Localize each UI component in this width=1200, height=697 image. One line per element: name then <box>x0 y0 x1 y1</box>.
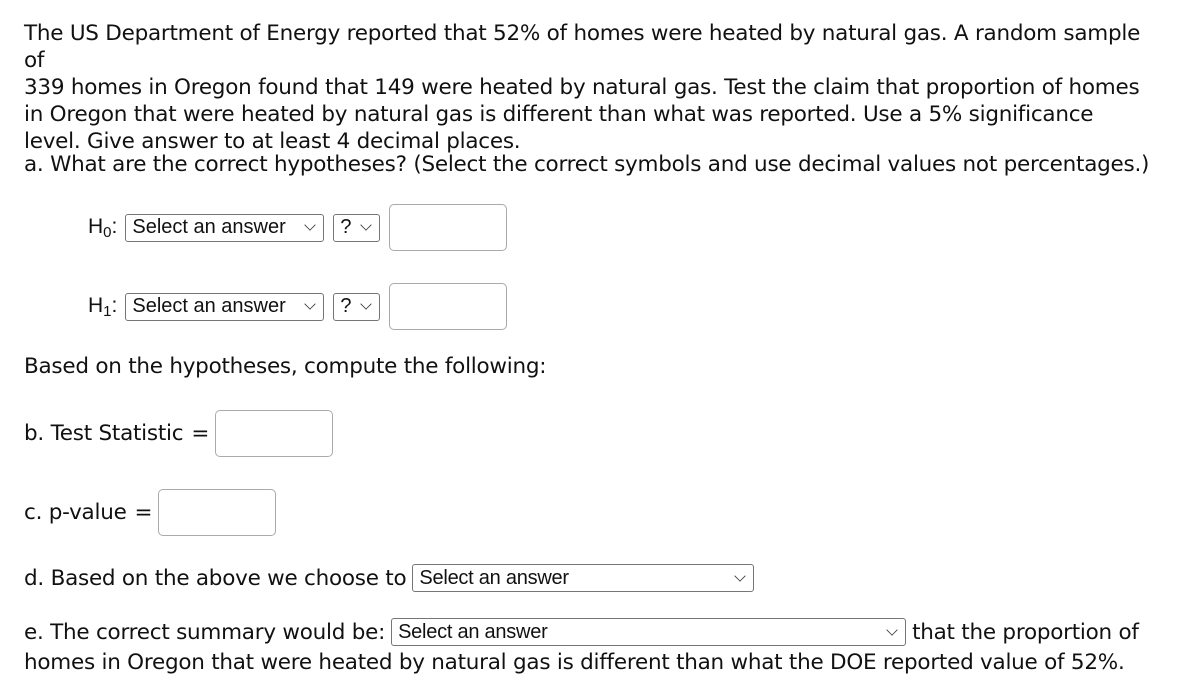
chevron-down-icon <box>304 219 317 231</box>
equals-sign: = <box>191 421 210 446</box>
h0-parameter-select[interactable]: Select an answer <box>125 213 325 242</box>
alternative-hypothesis-row: H1: Select an answer ? <box>88 283 508 330</box>
h1-parameter-select[interactable]: Select an answer <box>125 292 325 321</box>
summary-continuation: homes in Oregon that were heated by natu… <box>24 650 1125 675</box>
select-value: ? <box>340 295 352 317</box>
problem-line: level. Give answer to at least 4 decimal… <box>24 129 521 154</box>
select-value: Select an answer <box>419 566 569 589</box>
decision-select[interactable]: Select an answer <box>412 564 755 592</box>
p-value-label: c. p-value <box>24 500 127 525</box>
chevron-down-icon <box>734 569 747 582</box>
equals-sign: = <box>134 500 153 525</box>
h0-value-input[interactable] <box>389 204 508 251</box>
select-value: Select an answer <box>132 216 286 238</box>
h1-operator-select[interactable]: ? <box>333 292 381 321</box>
h0-operator-select[interactable]: ? <box>333 213 381 242</box>
p-value-input[interactable] <box>158 489 277 536</box>
p-value-row: c. p-value = <box>24 489 277 536</box>
test-statistic-row: b. Test Statistic = <box>24 410 334 457</box>
summary-row: e. The correct summary would be: Select … <box>24 618 1139 646</box>
select-value: ? <box>340 216 352 238</box>
test-statistic-label: b. Test Statistic <box>24 421 184 446</box>
decision-label: d. Based on the above we choose to <box>24 565 407 591</box>
h0-label: H0: <box>88 214 118 241</box>
chevron-down-icon <box>886 623 898 636</box>
h1-value-input[interactable] <box>389 283 508 330</box>
chevron-down-icon <box>360 219 373 231</box>
test-statistic-input[interactable] <box>215 410 334 457</box>
summary-select[interactable]: Select an answer <box>391 618 907 646</box>
summary-after-text: that the proportion of <box>912 619 1139 645</box>
chevron-down-icon <box>304 298 317 310</box>
summary-label: e. The correct summary would be: <box>24 619 386 645</box>
select-value: Select an answer <box>132 295 286 317</box>
decision-row: d. Based on the above we choose to Selec… <box>24 564 755 592</box>
problem-line: The US Department of Energy reported tha… <box>24 21 1141 73</box>
chevron-down-icon <box>360 298 373 310</box>
problem-line: 339 homes in Oregon found that 149 were … <box>24 75 1140 100</box>
select-value: Select an answer <box>398 620 548 643</box>
compute-intro: Based on the hypotheses, compute the fol… <box>24 354 547 379</box>
problem-line: in Oregon that were heated by natural ga… <box>24 102 1094 127</box>
h1-label: H1: <box>88 293 118 320</box>
problem-statement: The US Department of Energy reported tha… <box>24 20 1164 155</box>
part-a-question: a. What are the correct hypotheses? (Sel… <box>24 152 1150 177</box>
null-hypothesis-row: H0: Select an answer ? <box>88 204 508 251</box>
